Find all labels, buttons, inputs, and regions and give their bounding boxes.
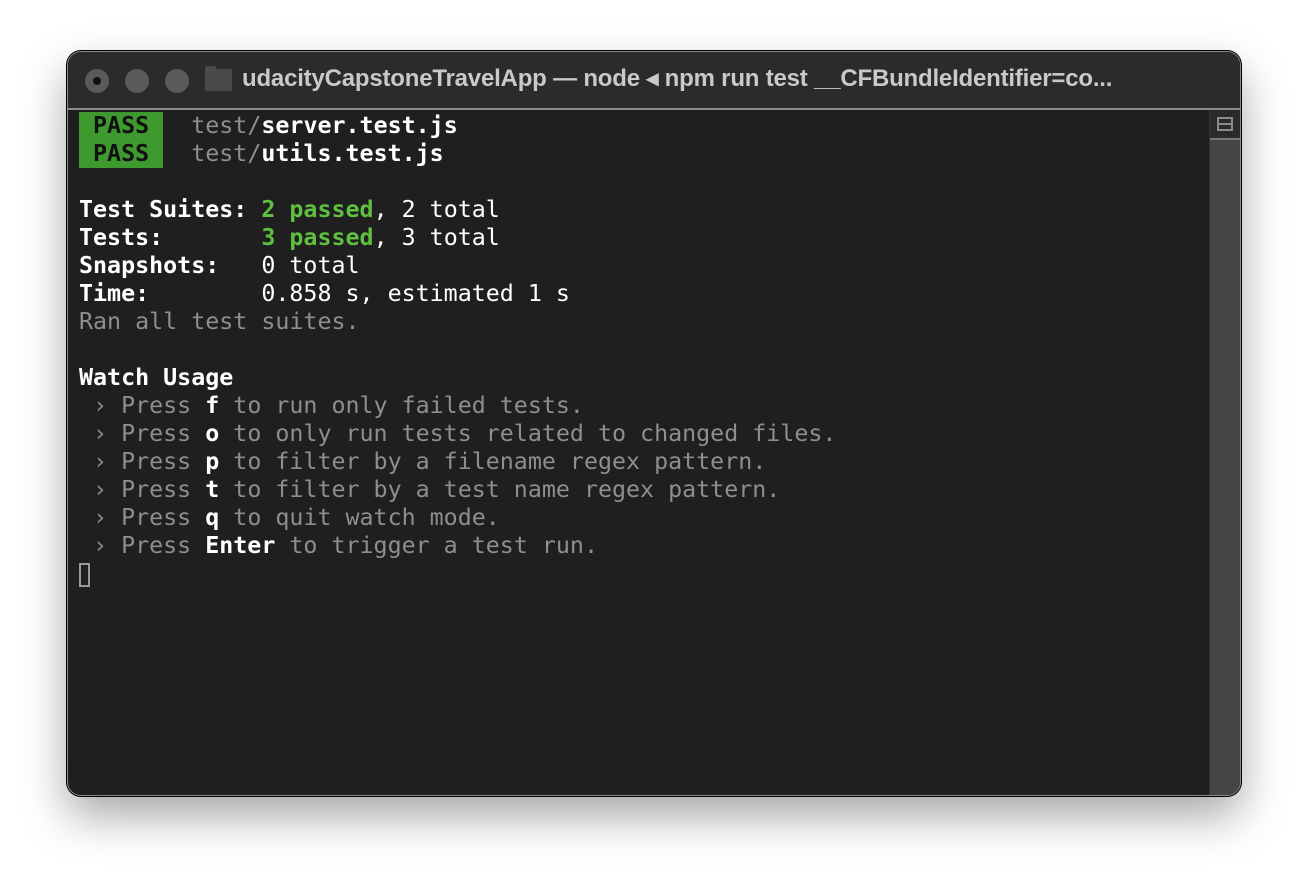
- close-button[interactable]: [85, 69, 109, 93]
- watch-usage-heading: Watch Usage: [79, 364, 234, 391]
- summary-ran: Ran all test suites.: [79, 308, 360, 335]
- summary-time: Time: 0.858 s, estimated 1 s: [79, 280, 570, 307]
- summary-suites: Test Suites: 2 passed, 2 total: [79, 196, 500, 223]
- terminal-output[interactable]: PASS test/server.test.js PASS test/utils…: [79, 112, 1208, 795]
- test-result-row: PASS test/server.test.js: [79, 112, 1208, 140]
- scrollbar[interactable]: [1209, 110, 1240, 795]
- test-dir: test/: [191, 112, 262, 139]
- zoom-button[interactable]: [165, 69, 189, 93]
- terminal-window: udacityCapstoneTravelApp — node ◂ npm ru…: [67, 51, 1241, 796]
- test-file: server.test.js: [261, 112, 458, 139]
- title-bar[interactable]: udacityCapstoneTravelApp — node ◂ npm ru…: [68, 52, 1240, 110]
- watch-item: › Press t to filter by a test name regex…: [79, 476, 781, 503]
- summary-snapshots: Snapshots: 0 total: [79, 252, 360, 279]
- watch-item: › Press o to only run tests related to c…: [79, 420, 837, 447]
- window-title: udacityCapstoneTravelApp — node ◂ npm ru…: [242, 65, 1113, 92]
- folder-icon: [205, 66, 232, 91]
- pass-badge: PASS: [79, 112, 164, 140]
- test-dir: test/: [191, 140, 262, 167]
- watch-item: › Press q to quit watch mode.: [79, 504, 500, 531]
- text-cursor: [79, 562, 90, 587]
- minimize-button[interactable]: [125, 69, 149, 93]
- test-file: utils.test.js: [261, 140, 444, 167]
- split-pane-icon[interactable]: [1210, 110, 1240, 140]
- watch-item: › Press f to run only failed tests.: [79, 392, 584, 419]
- watch-item: › Press Enter to trigger a test run.: [79, 532, 598, 559]
- summary-tests: Tests: 3 passed, 3 total: [79, 224, 500, 251]
- test-result-row: PASS test/utils.test.js: [79, 140, 1208, 168]
- watch-item: › Press p to filter by a filename regex …: [79, 448, 767, 475]
- pass-badge: PASS: [79, 140, 164, 168]
